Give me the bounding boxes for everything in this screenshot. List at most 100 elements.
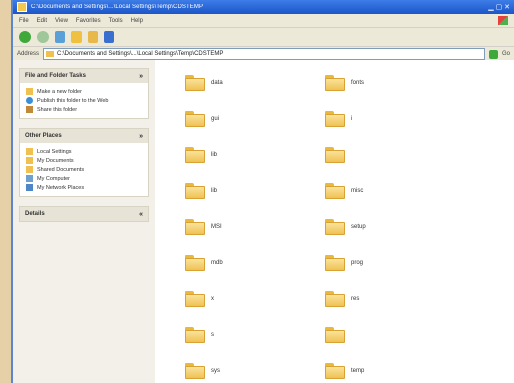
folder-name: res bbox=[351, 296, 360, 302]
folder-icon bbox=[325, 255, 345, 271]
group-header[interactable]: Details « bbox=[20, 207, 148, 221]
folder-icon bbox=[185, 255, 205, 271]
folder-item[interactable]: lib bbox=[185, 142, 305, 168]
group-header[interactable]: File and Folder Tasks » bbox=[20, 69, 148, 83]
folder-name: mdb bbox=[211, 260, 223, 266]
folder-icon bbox=[325, 327, 345, 343]
folder-item[interactable]: misc bbox=[325, 178, 445, 204]
computer-icon bbox=[26, 175, 33, 182]
folder-name: i bbox=[351, 116, 353, 122]
group-title: Other Places bbox=[25, 133, 62, 139]
folder-icon bbox=[185, 111, 205, 127]
folder-name: s bbox=[211, 332, 214, 338]
folder-item[interactable]: temp bbox=[325, 358, 445, 383]
place-link[interactable]: My Documents bbox=[26, 156, 142, 165]
task-pane: File and Folder Tasks » Make a new folde… bbox=[13, 60, 155, 383]
menu-edit[interactable]: Edit bbox=[37, 18, 47, 24]
folder-icon bbox=[185, 147, 205, 163]
go-button[interactable]: Go bbox=[502, 51, 510, 57]
folder-icon bbox=[185, 219, 205, 235]
folder-name: gui bbox=[211, 116, 220, 122]
address-input[interactable]: C:\Documents and Settings\...\Local Sett… bbox=[43, 48, 485, 60]
views-button[interactable] bbox=[104, 31, 114, 43]
folder-item[interactable]: sys bbox=[185, 358, 305, 383]
folder-item[interactable]: prog bbox=[325, 250, 445, 276]
folder-icon bbox=[325, 111, 345, 127]
search-button[interactable] bbox=[71, 31, 82, 43]
folder-name: fonts bbox=[351, 80, 365, 86]
network-icon bbox=[26, 184, 33, 191]
back-button[interactable] bbox=[19, 31, 31, 43]
folder-item[interactable]: lib bbox=[185, 178, 305, 204]
folder-name: temp bbox=[351, 368, 365, 374]
place-link[interactable]: My Network Places bbox=[26, 183, 142, 192]
windows-logo-icon bbox=[498, 16, 508, 25]
folder-name: lib bbox=[211, 188, 218, 194]
folder-icon bbox=[185, 291, 205, 307]
folder-icon bbox=[185, 363, 205, 379]
task-link[interactable]: Publish this folder to the Web bbox=[26, 96, 142, 105]
menu-view[interactable]: View bbox=[55, 18, 68, 24]
menu-help[interactable]: Help bbox=[131, 18, 143, 24]
content-area: File and Folder Tasks » Make a new folde… bbox=[13, 60, 514, 383]
shared-folder-icon bbox=[26, 166, 33, 173]
chevron-down-icon[interactable]: « bbox=[139, 211, 143, 218]
folder-item[interactable]: MSI bbox=[185, 214, 305, 240]
folder-item[interactable]: gui bbox=[185, 106, 305, 132]
address-label: Address bbox=[17, 51, 40, 57]
documents-icon bbox=[26, 157, 33, 164]
folder-name: MSI bbox=[211, 224, 222, 230]
folder-item[interactable]: x bbox=[185, 286, 305, 312]
up-folder-button[interactable] bbox=[55, 31, 65, 43]
folder-icon bbox=[46, 51, 55, 57]
folder-item[interactable]: i bbox=[325, 106, 445, 132]
folder-icon bbox=[17, 2, 27, 12]
place-link[interactable]: My Computer bbox=[26, 174, 142, 183]
folder-name: sys bbox=[211, 368, 220, 374]
menu-favorites[interactable]: Favorites bbox=[76, 18, 101, 24]
chevron-up-icon[interactable]: » bbox=[139, 73, 143, 80]
go-arrow-icon[interactable] bbox=[488, 49, 498, 59]
folder-icon bbox=[325, 183, 345, 199]
folder-icon bbox=[26, 148, 33, 155]
folder-name: setup bbox=[351, 224, 366, 230]
place-link[interactable]: Shared Documents bbox=[26, 165, 142, 174]
folders-button[interactable] bbox=[88, 31, 98, 43]
place-link[interactable]: Local Settings bbox=[26, 147, 142, 156]
menu-file[interactable]: File bbox=[19, 18, 29, 24]
group-title: File and Folder Tasks bbox=[25, 73, 86, 79]
task-link[interactable]: Make a new folder bbox=[26, 87, 142, 96]
group-title: Details bbox=[25, 211, 45, 217]
folder-item[interactable] bbox=[325, 322, 445, 348]
folder-item[interactable]: data bbox=[185, 70, 305, 96]
folder-name: misc bbox=[351, 188, 364, 194]
other-places: Other Places » Local Settings My Documen… bbox=[19, 128, 149, 197]
globe-icon bbox=[26, 97, 33, 104]
folder-icon bbox=[185, 327, 205, 343]
window-title: C:\Documents and Settings\...\Local Sett… bbox=[31, 4, 204, 10]
file-list: data fonts gui i lib lib misc MSI setup mdb prog x r… bbox=[155, 60, 514, 383]
menu-bar: File Edit View Favorites Tools Help bbox=[13, 14, 514, 28]
menu-tools[interactable]: Tools bbox=[109, 18, 123, 24]
folder-name: data bbox=[211, 80, 223, 86]
task-link[interactable]: Share this folder bbox=[26, 105, 142, 114]
share-icon bbox=[26, 106, 33, 113]
folder-icon bbox=[325, 147, 345, 163]
folder-item[interactable]: s bbox=[185, 322, 305, 348]
window-controls[interactable]: ▁ ▢ ✕ bbox=[488, 3, 510, 11]
forward-button[interactable] bbox=[37, 31, 49, 43]
folder-item[interactable]: mdb bbox=[185, 250, 305, 276]
folder-icon bbox=[325, 291, 345, 307]
address-value: C:\Documents and Settings\...\Local Sett… bbox=[57, 51, 224, 57]
folder-icon bbox=[185, 75, 205, 91]
folder-icon bbox=[325, 363, 345, 379]
details: Details « bbox=[19, 206, 149, 222]
folder-item[interactable]: fonts bbox=[325, 70, 445, 96]
folder-item[interactable]: res bbox=[325, 286, 445, 312]
folder-item[interactable] bbox=[325, 142, 445, 168]
group-header[interactable]: Other Places » bbox=[20, 129, 148, 143]
explorer-window: C:\Documents and Settings\...\Local Sett… bbox=[11, 0, 514, 383]
folder-item[interactable]: setup bbox=[325, 214, 445, 240]
folder-icon bbox=[185, 183, 205, 199]
chevron-up-icon[interactable]: » bbox=[139, 133, 143, 140]
